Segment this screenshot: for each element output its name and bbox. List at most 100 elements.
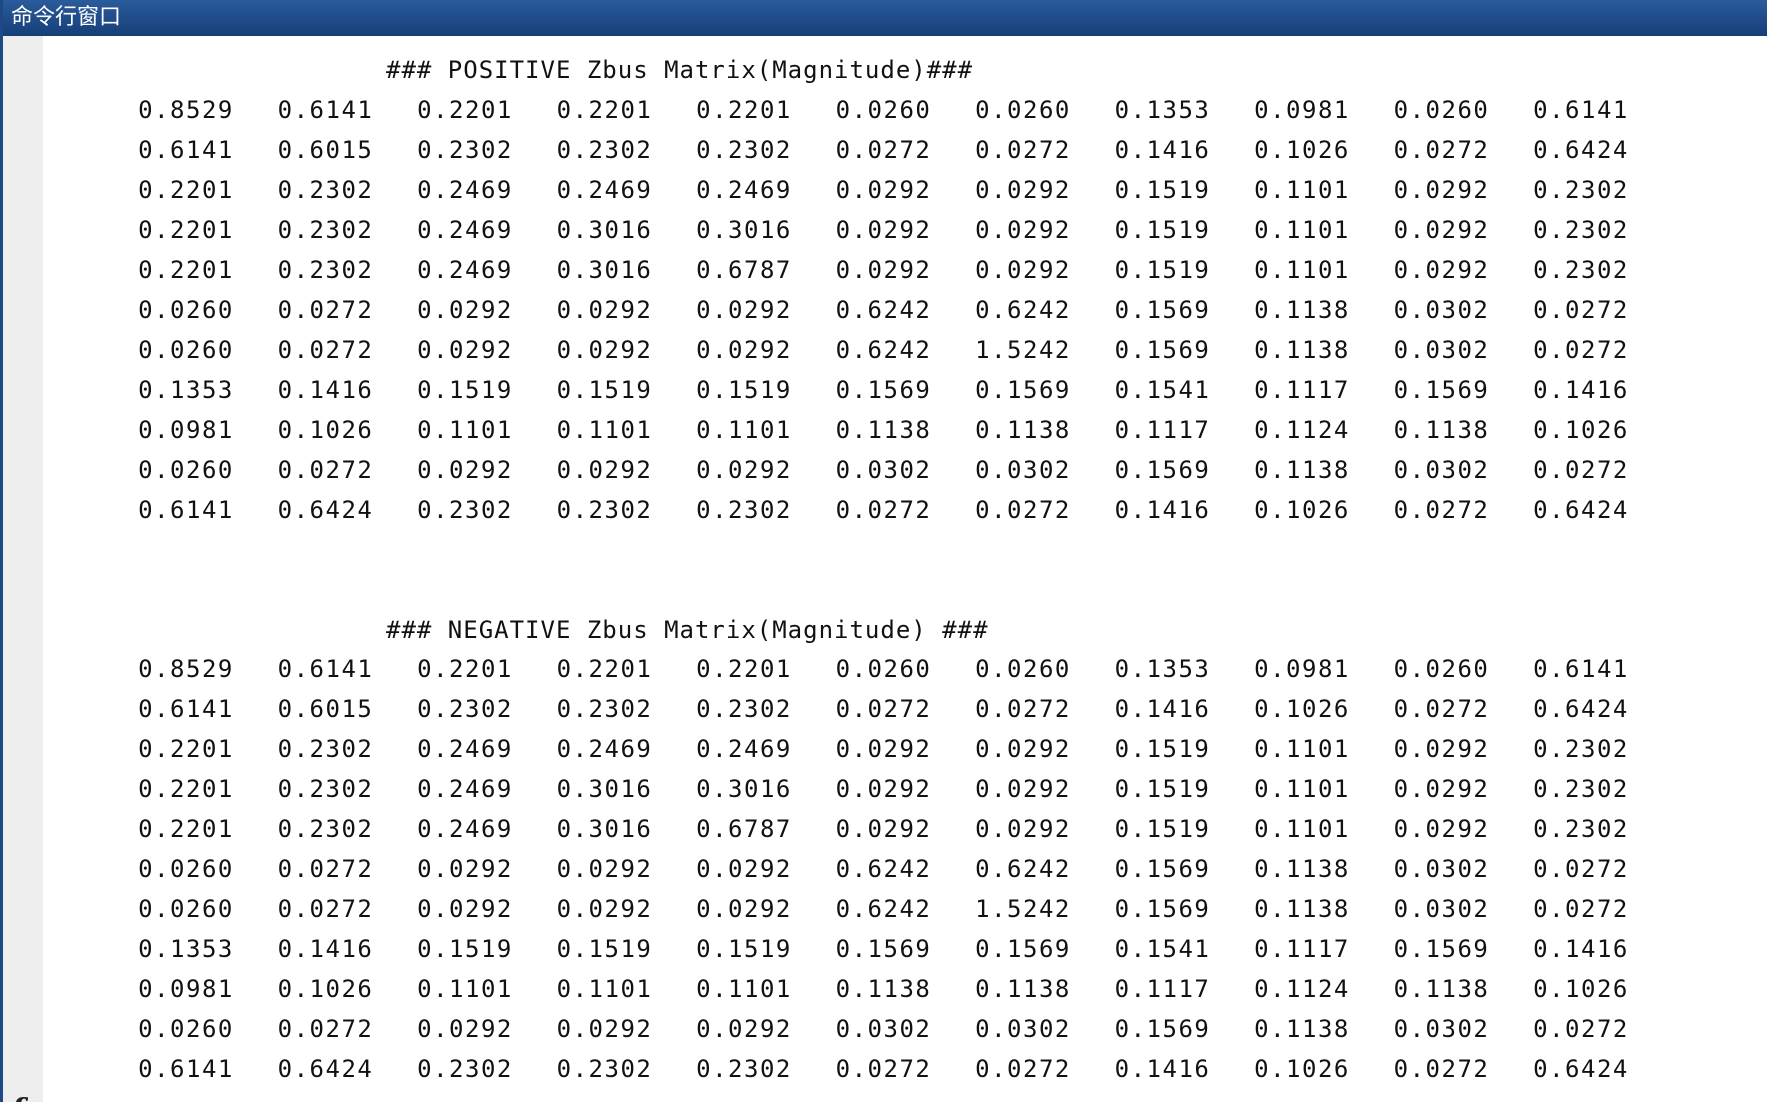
matrix-cell: 0.1519 (696, 376, 792, 404)
matrix-cell: 0.2201 (138, 216, 234, 244)
matrix-cell: 0.1569 (1114, 296, 1211, 324)
matrix-cell: 0.2302 (277, 775, 374, 803)
matrix-cell: 0.1519 (556, 935, 653, 963)
matrix-cell: 0.6424 (1533, 136, 1629, 164)
matrix-cell: 0.1569 (1393, 935, 1490, 963)
matrix-cell: 0.0292 (556, 456, 653, 484)
matrix-cell: 0.0292 (696, 296, 792, 324)
command-window: 命令行窗口 fx ### POSITIVE Zbus Matrix(Magnit… (0, 0, 1767, 1102)
matrix-cell: 0.1026 (1254, 136, 1350, 164)
matrix-cell: 0.3016 (556, 775, 653, 803)
matrix-cell: 0.1101 (1254, 815, 1350, 843)
matrix-cell: 0.0260 (1393, 96, 1490, 124)
matrix-cell: 0.0292 (1393, 775, 1490, 803)
matrix-cell: 0.6242 (975, 855, 1071, 883)
matrix-cell: 0.2201 (556, 655, 653, 683)
matrix-cell: 0.2201 (138, 815, 234, 843)
matrix-cell: 0.1416 (1114, 695, 1211, 723)
matrix-cell: 0.0302 (1393, 855, 1490, 883)
matrix-cell: 0.6141 (138, 695, 234, 723)
matrix-cell: 0.0260 (138, 855, 234, 883)
matrix-cell: 0.0981 (138, 416, 234, 444)
matrix-cell: 0.0260 (138, 895, 234, 923)
matrix-cell: 0.0292 (556, 1015, 653, 1043)
matrix-cell: 0.1541 (1114, 376, 1211, 404)
matrix-cell: 0.1026 (1254, 496, 1350, 524)
matrix-cell: 0.0272 (835, 136, 932, 164)
matrix-cell: 0.0981 (1254, 655, 1350, 683)
matrix-cell: 0.1101 (556, 416, 653, 444)
matrix-cell: 0.0292 (835, 775, 932, 803)
matrix-cell: 0.2201 (417, 96, 513, 124)
matrix-cell: 0.0292 (1393, 176, 1490, 204)
matrix-cell: 0.1569 (1114, 456, 1211, 484)
matrix-cell: 0.1101 (696, 975, 792, 1003)
matrix-cell: 0.2302 (277, 256, 374, 284)
matrix-cell: 0.0292 (975, 815, 1071, 843)
matrix-cell: 0.0260 (138, 296, 234, 324)
matrix-cell: 0.1101 (1254, 735, 1350, 763)
matrix-cell: 0.2302 (417, 695, 513, 723)
matrix-cell: 0.2302 (1533, 775, 1629, 803)
matrix-cell: 0.2302 (277, 216, 374, 244)
matrix-cell: 0.0272 (277, 296, 374, 324)
matrix-cell: 0.0272 (835, 695, 932, 723)
matrix-cell: 0.1416 (1114, 1055, 1211, 1083)
matrix-cell: 0.0272 (277, 895, 374, 923)
matrix-cell: 0.0981 (1254, 96, 1350, 124)
matrix-cell: 0.0260 (138, 456, 234, 484)
matrix-cell: 0.1569 (975, 935, 1071, 963)
matrix-cell: 0.2201 (696, 96, 792, 124)
command-output[interactable]: ### POSITIVE Zbus Matrix(Magnitude)### 0… (43, 36, 1767, 1102)
matrix-cell: 0.0292 (835, 735, 932, 763)
negative-matrix-title: ### NEGATIVE Zbus Matrix(Magnitude) ### (386, 616, 989, 644)
matrix-cell: 0.2302 (696, 136, 792, 164)
matrix-cell: 0.0302 (1393, 456, 1490, 484)
matrix-cell: 0.0272 (277, 855, 374, 883)
matrix-cell: 0.0292 (556, 336, 653, 364)
matrix-cell: 0.2302 (1533, 176, 1629, 204)
matrix-cell: 0.1138 (1393, 416, 1490, 444)
matrix-cell: 0.2302 (696, 695, 792, 723)
matrix-cell: 0.0292 (1393, 735, 1490, 763)
matrix-cell: 0.1101 (417, 975, 513, 1003)
matrix-cell: 0.0272 (277, 456, 374, 484)
matrix-cell: 0.3016 (696, 775, 792, 803)
matrix-cell: 0.1101 (556, 975, 653, 1003)
matrix-cell: 0.6424 (1533, 1055, 1629, 1083)
matrix-cell: 1.5242 (975, 895, 1071, 923)
matrix-cell: 0.2302 (556, 695, 653, 723)
matrix-cell: 0.6242 (835, 855, 932, 883)
matrix-cell: 0.1124 (1254, 416, 1350, 444)
matrix-cell: 0.1519 (556, 376, 653, 404)
matrix-cell: 0.1138 (1254, 855, 1350, 883)
matrix-cell: 0.2302 (277, 176, 374, 204)
matrix-cell: 0.1138 (1393, 975, 1490, 1003)
matrix-cell: 0.1026 (1533, 416, 1629, 444)
matrix-cell: 0.1569 (975, 376, 1071, 404)
matrix-cell: 0.1101 (417, 416, 513, 444)
matrix-cell: 0.3016 (556, 256, 653, 284)
matrix-cell: 0.1353 (1114, 96, 1211, 124)
matrix-cell: 0.0272 (1533, 456, 1629, 484)
matrix-cell: 0.2201 (417, 655, 513, 683)
matrix-cell: 0.0272 (835, 496, 932, 524)
matrix-cell: 0.0981 (138, 975, 234, 1003)
fx-icon[interactable]: fx (11, 1094, 42, 1102)
matrix-cell: 0.0292 (696, 456, 792, 484)
matrix-cell: 0.1117 (1114, 975, 1211, 1003)
matrix-cell: 0.2469 (417, 216, 513, 244)
matrix-cell: 0.0272 (975, 695, 1071, 723)
matrix-cell: 0.0292 (696, 855, 792, 883)
matrix-cell: 0.1519 (417, 935, 513, 963)
matrix-cell: 0.0292 (975, 256, 1071, 284)
matrix-cell: 0.1026 (1254, 1055, 1350, 1083)
matrix-cell: 0.0272 (277, 336, 374, 364)
matrix-cell: 0.1519 (1114, 775, 1211, 803)
matrix-cell: 0.1519 (696, 935, 792, 963)
matrix-cell: 0.0302 (1393, 296, 1490, 324)
matrix-cell: 0.0272 (975, 136, 1071, 164)
matrix-cell: 0.0260 (138, 336, 234, 364)
matrix-cell: 0.0260 (975, 655, 1071, 683)
matrix-cell: 0.2302 (277, 815, 374, 843)
